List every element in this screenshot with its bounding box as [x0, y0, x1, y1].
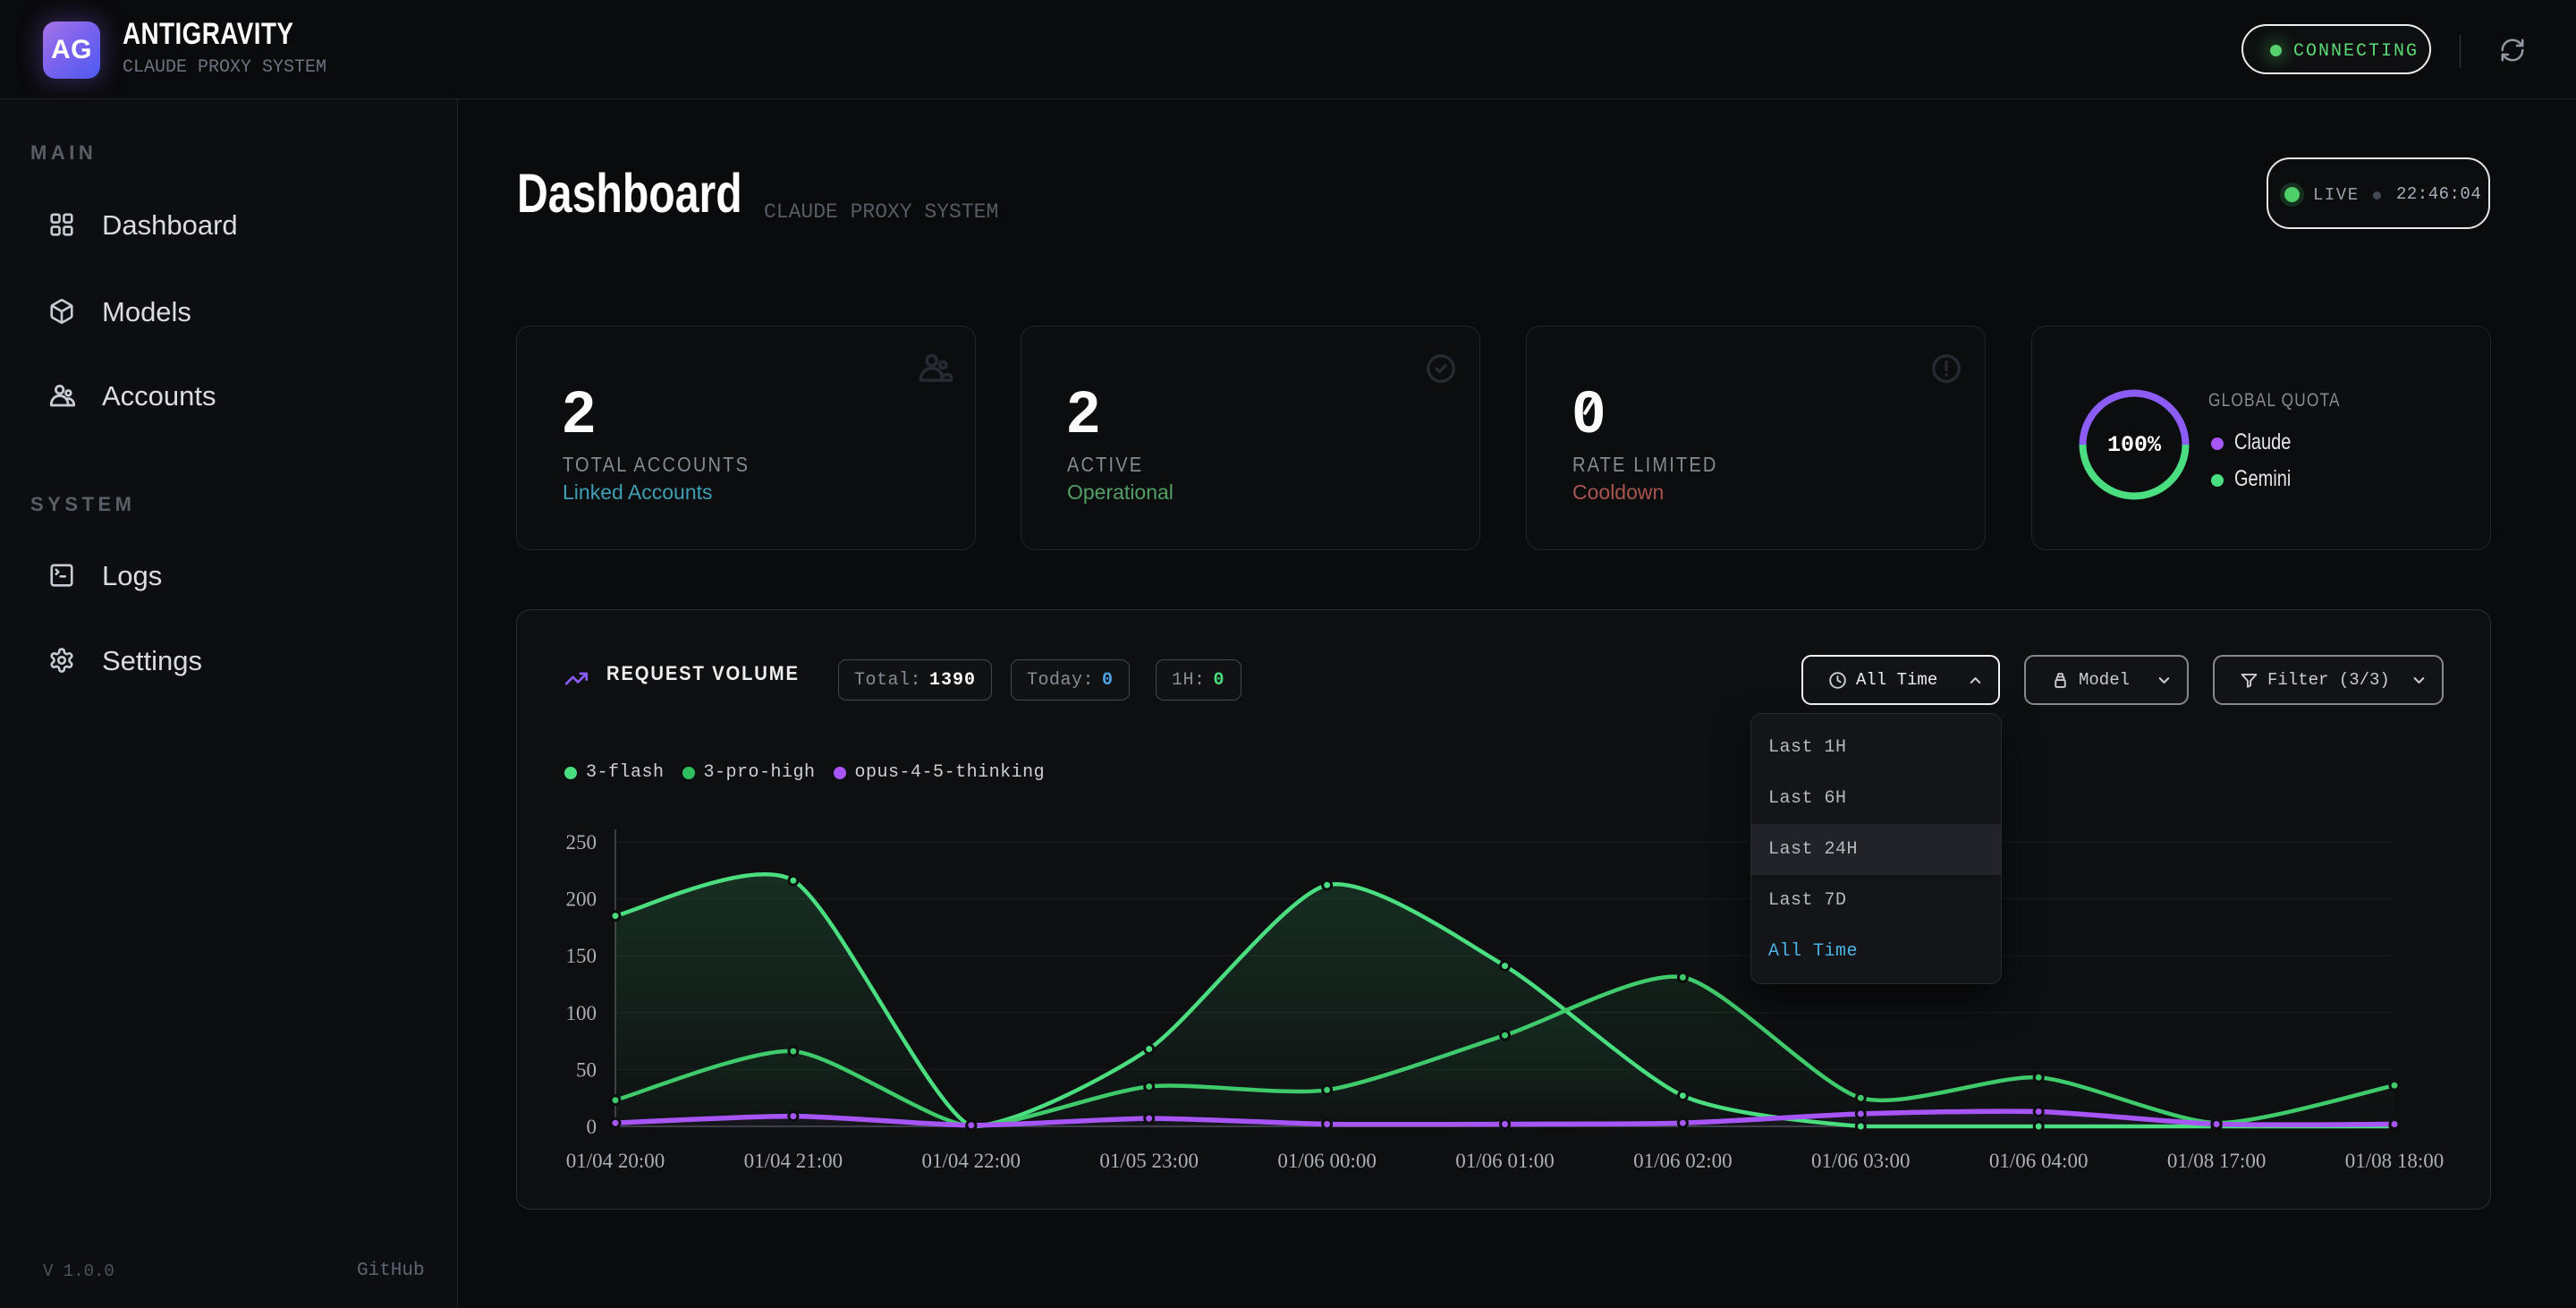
svg-text:01/08 18:00: 01/08 18:00	[2345, 1150, 2445, 1172]
svg-text:01/06 02:00: 01/06 02:00	[1633, 1150, 1733, 1172]
svg-text:200: 200	[566, 888, 597, 911]
svg-text:01/04 20:00: 01/04 20:00	[566, 1150, 665, 1172]
svg-text:0: 0	[587, 1116, 597, 1138]
svg-text:01/04 21:00: 01/04 21:00	[744, 1150, 843, 1172]
svg-text:01/06 04:00: 01/06 04:00	[1989, 1150, 2089, 1172]
svg-text:50: 50	[576, 1058, 597, 1081]
svg-text:01/08 17:00: 01/08 17:00	[2167, 1150, 2267, 1172]
svg-text:01/06 01:00: 01/06 01:00	[1455, 1150, 1555, 1172]
svg-text:150: 150	[566, 945, 597, 967]
svg-text:250: 250	[566, 831, 597, 854]
svg-text:01/06 03:00: 01/06 03:00	[1811, 1150, 1911, 1172]
svg-text:01/06 00:00: 01/06 00:00	[1277, 1150, 1377, 1172]
svg-text:01/04 22:00: 01/04 22:00	[922, 1150, 1021, 1172]
svg-text:100: 100	[566, 1002, 597, 1024]
svg-text:01/05 23:00: 01/05 23:00	[1099, 1150, 1199, 1172]
